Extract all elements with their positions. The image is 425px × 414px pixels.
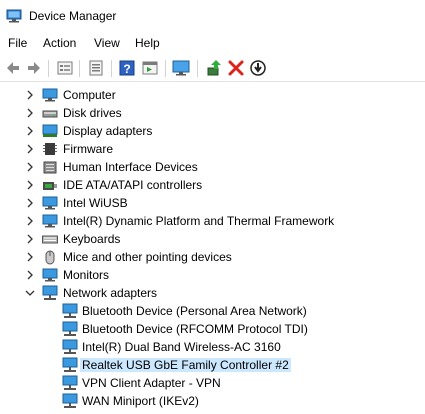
toolbar-separator (165, 60, 166, 77)
network-adapter-icon (62, 321, 78, 336)
tree-node-network-adapters[interactable]: Network adapters (0, 284, 425, 302)
tree-node-wan-miniport-ikev2[interactable]: WAN Miniport (IKEv2) (0, 392, 425, 410)
tree-node-keyboards[interactable]: Keyboards (0, 230, 425, 248)
tree-node-label: Computer (63, 88, 116, 102)
tree-node-label: Monitors (63, 268, 110, 282)
forward-icon[interactable] (25, 59, 43, 77)
uninstall-icon[interactable] (227, 59, 245, 77)
tree-node-vpn-client-adapter[interactable]: VPN Client Adapter - VPN (0, 374, 425, 392)
chevron-right-icon[interactable] (24, 125, 36, 137)
tree-node-label: Display adapters (63, 124, 153, 138)
tree-node-label: IDE ATA/ATAPI controllers (63, 178, 203, 192)
tree-node-ide-ata-atapi-controllers[interactable]: IDE ATA/ATAPI controllers (0, 176, 425, 194)
disable-icon[interactable] (249, 59, 267, 77)
menu-view[interactable]: View (94, 36, 120, 50)
tree-node-label: Network adapters (63, 286, 158, 300)
monitor-icon (42, 268, 58, 282)
tree-node-bluetooth-rfcomm[interactable]: Bluetooth Device (RFCOMM Protocol TDI) (0, 320, 425, 338)
show-hidden-icon[interactable] (87, 59, 105, 77)
tree-node-label: Mice and other pointing devices (63, 250, 232, 264)
chevron-right-icon[interactable] (24, 197, 36, 209)
tree-node-intel-dual-band[interactable]: Intel(R) Dual Band Wireless-AC 3160 (0, 338, 425, 356)
display-adapter-icon (42, 124, 58, 137)
chevron-right-icon[interactable] (24, 233, 36, 245)
tree-node-label: Intel WiUSB (63, 196, 128, 210)
toolbar-separator (48, 60, 49, 77)
tree-node-computer[interactable]: Computer (0, 86, 425, 104)
tree-node-label: Human Interface Devices (63, 160, 198, 174)
chevron-right-icon[interactable] (24, 179, 36, 191)
tree-node-label: Realtek USB GbE Family Controller #2 (80, 358, 291, 372)
tree-node-label: Keyboards (63, 232, 121, 246)
tree-node-realtek-usb-gbe[interactable]: Realtek USB GbE Family Controller #2 (0, 356, 425, 374)
help-icon[interactable]: ? (118, 59, 136, 77)
toolbar-separator (79, 60, 80, 77)
tree-node-intel-dynamic-platform[interactable]: Intel(R) Dynamic Platform and Thermal Fr… (0, 212, 425, 230)
network-adapter-icon (62, 375, 78, 390)
tree-node-human-interface-devices[interactable]: Human Interface Devices (0, 158, 425, 176)
device-tree: Computer Disk drives Display adapters Fi… (0, 82, 425, 414)
tree-node-label: Bluetooth Device (Personal Area Network) (82, 304, 307, 318)
toolbar: ? (0, 55, 425, 82)
chevron-right-icon[interactable] (24, 107, 36, 119)
device-manager-icon (6, 9, 22, 23)
tree-node-bluetooth-pan[interactable]: Bluetooth Device (Personal Area Network) (0, 302, 425, 320)
chevron-down-icon[interactable] (24, 287, 36, 299)
tree-node-label: VPN Client Adapter - VPN (82, 376, 221, 390)
network-adapter-icon (62, 339, 78, 354)
back-icon[interactable] (4, 59, 22, 77)
update-driver-icon[interactable] (205, 59, 223, 77)
disk-drive-icon (42, 110, 58, 118)
chevron-right-icon[interactable] (24, 161, 36, 173)
window-title: Device Manager (29, 9, 117, 23)
network-adapter-icon (42, 285, 58, 300)
tree-node-label: Firmware (63, 142, 113, 156)
tree-node-mice[interactable]: Mice and other pointing devices (0, 248, 425, 266)
intel-wiusb-icon (42, 196, 58, 210)
action-pane-icon[interactable] (141, 59, 159, 77)
menu-bar: File Action View Help (0, 33, 425, 53)
chevron-right-icon[interactable] (24, 269, 36, 281)
properties-icon[interactable] (56, 59, 74, 77)
title-bar: Device Manager (0, 0, 425, 32)
mouse-icon (45, 250, 55, 265)
tree-node-label: Intel(R) Dual Band Wireless-AC 3160 (82, 340, 281, 354)
menu-file[interactable]: File (8, 36, 27, 50)
tree-node-label: Disk drives (63, 106, 122, 120)
chevron-right-icon[interactable] (24, 89, 36, 101)
hid-icon (43, 161, 57, 174)
keyboard-icon (42, 235, 58, 244)
computer-icon (42, 88, 58, 102)
chevron-right-icon[interactable] (24, 215, 36, 227)
toolbar-separator (197, 60, 198, 77)
toolbar-separator (111, 60, 112, 77)
tree-node-monitors[interactable]: Monitors (0, 266, 425, 284)
tree-node-intel-wiusb[interactable]: Intel WiUSB (0, 194, 425, 212)
tree-node-display-adapters[interactable]: Display adapters (0, 122, 425, 140)
menu-help[interactable]: Help (135, 36, 160, 50)
tree-node-label: Intel(R) Dynamic Platform and Thermal Fr… (63, 214, 335, 228)
monitor-icon[interactable] (172, 59, 190, 77)
chevron-right-icon[interactable] (24, 251, 36, 263)
tree-node-firmware[interactable]: Firmware (0, 140, 425, 158)
network-adapter-icon (62, 393, 78, 408)
tree-node-label: WAN Miniport (IKEv2) (82, 394, 199, 408)
chevron-right-icon[interactable] (24, 143, 36, 155)
network-adapter-icon (62, 357, 78, 372)
network-adapter-icon (62, 303, 78, 318)
firmware-icon (43, 143, 57, 155)
tree-node-label: Bluetooth Device (RFCOMM Protocol TDI) (82, 322, 308, 336)
svg-text:?: ? (123, 62, 130, 76)
thermal-framework-icon (42, 214, 58, 228)
ide-controller-icon (43, 182, 57, 190)
tree-node-disk-drives[interactable]: Disk drives (0, 104, 425, 122)
menu-action[interactable]: Action (43, 36, 76, 50)
